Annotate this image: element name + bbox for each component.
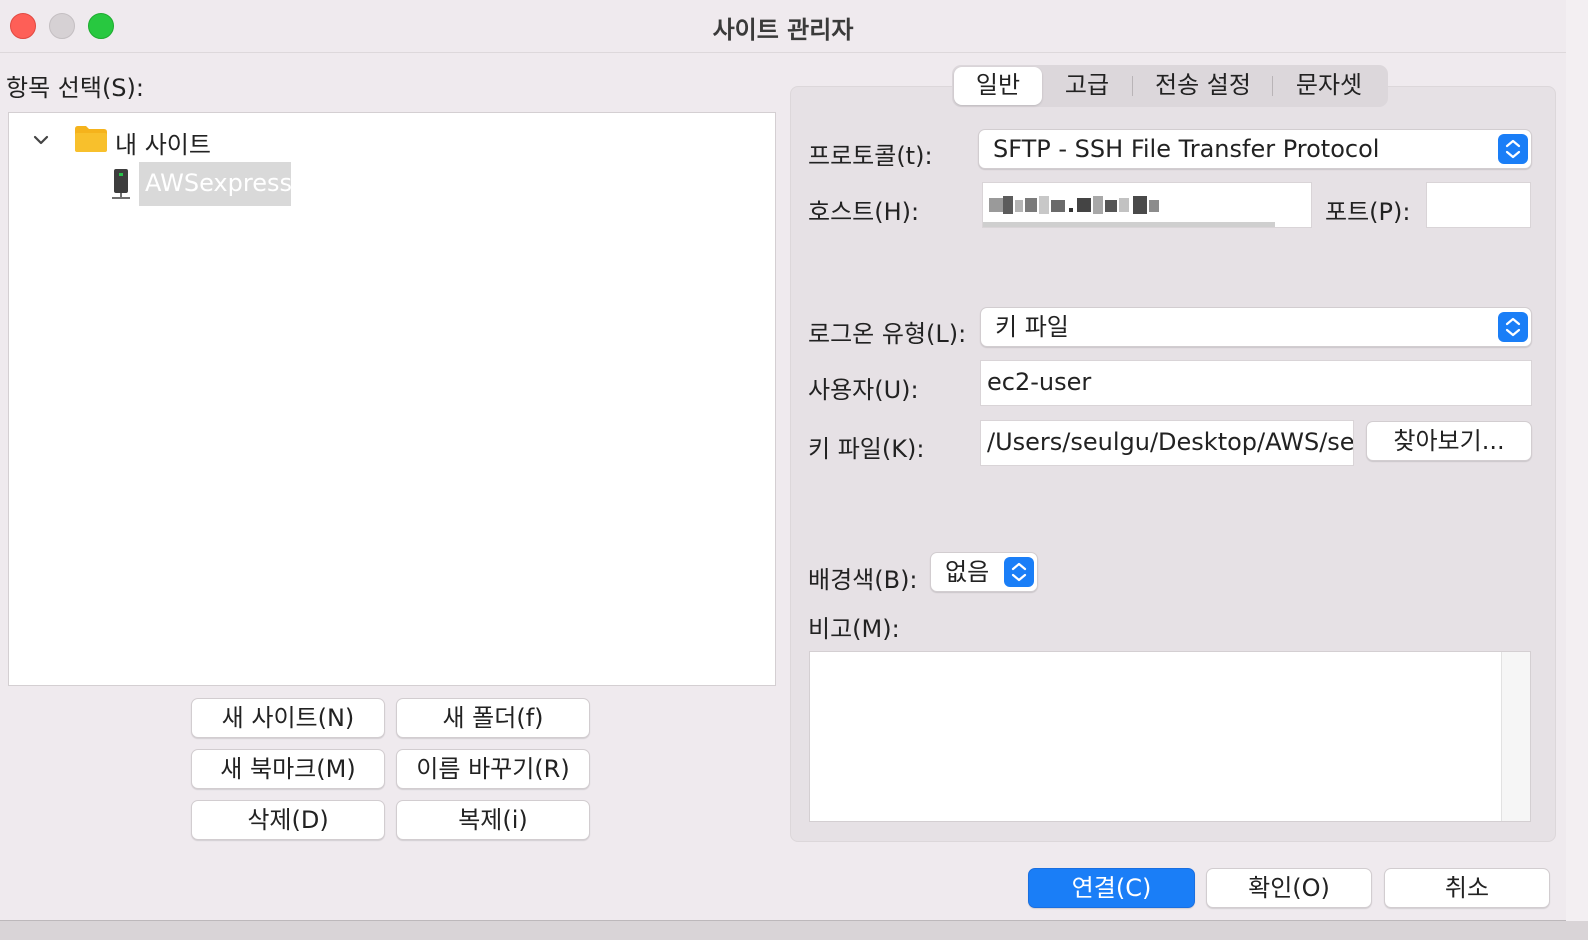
window-title: 사이트 관리자 (712, 16, 854, 44)
host-underline (983, 222, 1275, 227)
port-label: 포트(P): (1325, 198, 1411, 226)
new-bookmark-button[interactable]: 새 북마크(M) (191, 749, 385, 789)
chevron-down-icon[interactable] (33, 133, 49, 147)
ok-button[interactable]: 확인(O) (1206, 868, 1372, 908)
select-stepper-icon (1498, 312, 1528, 342)
tab-divider (1132, 76, 1133, 96)
tree-site-label: AWSexpress (145, 169, 292, 197)
site-manager-window: 사이트 관리자 항목 선택(S): 내 사이트 AWSexpress 새 사이트… (0, 0, 1567, 921)
tree-item-selected[interactable]: AWSexpress (139, 162, 292, 206)
select-stepper-icon (1004, 557, 1034, 587)
tab-advanced[interactable]: 고급 (1044, 65, 1130, 107)
tab-bar: 일반 고급 전송 설정 문자셋 (952, 65, 1388, 107)
host-input[interactable] (982, 182, 1312, 228)
memo-textarea[interactable] (809, 651, 1531, 822)
tab-divider (1272, 76, 1273, 96)
cancel-button[interactable]: 취소 (1384, 868, 1550, 908)
tree-folder-label[interactable]: 내 사이트 (115, 125, 211, 160)
host-label: 호스트(H): (808, 198, 920, 226)
logon-type-label: 로그온 유형(L): (808, 320, 967, 348)
connect-button[interactable]: 연결(C) (1028, 868, 1195, 908)
port-input[interactable] (1426, 182, 1531, 228)
logon-type-select[interactable]: 키 파일 (980, 307, 1532, 347)
background-color-label: 배경색(B): (808, 566, 918, 594)
duplicate-button[interactable]: 복제(i) (396, 800, 590, 840)
rename-button[interactable]: 이름 바꾸기(R) (396, 749, 590, 789)
folder-icon (75, 126, 107, 152)
tab-transfer-settings[interactable]: 전송 설정 (1134, 65, 1272, 107)
browse-button[interactable]: 찾아보기... (1366, 421, 1532, 461)
protocol-select[interactable]: SFTP - SSH File Transfer Protocol (978, 129, 1532, 169)
memo-label: 비고(M): (808, 615, 900, 643)
background-color-value: 없음 (945, 558, 990, 586)
background-window-edge (1566, 0, 1588, 940)
memo-scrollbar[interactable] (1501, 652, 1530, 821)
desktop-strip (0, 921, 1588, 940)
tab-general[interactable]: 일반 (954, 67, 1042, 105)
delete-button[interactable]: 삭제(D) (191, 800, 385, 840)
title-bar: 사이트 관리자 (0, 0, 1566, 53)
user-label: 사용자(U): (808, 376, 919, 404)
select-entry-label: 항목 선택(S): (6, 74, 144, 102)
site-tree[interactable]: 내 사이트 AWSexpress (8, 112, 776, 686)
new-folder-button[interactable]: 새 폴더(f) (396, 698, 590, 738)
server-icon (112, 169, 130, 199)
tab-charset[interactable]: 문자셋 (1274, 65, 1384, 107)
new-site-button[interactable]: 새 사이트(N) (191, 698, 385, 738)
logon-type-value: 키 파일 (995, 313, 1069, 341)
user-input[interactable]: ec2-user (980, 360, 1532, 406)
keyfile-label: 키 파일(K): (808, 435, 925, 463)
protocol-label: 프로토콜(t): (808, 142, 933, 170)
keyfile-input[interactable]: /Users/seulgu/Desktop/AWS/se (980, 420, 1354, 466)
background-color-select[interactable]: 없음 (930, 552, 1038, 592)
protocol-select-value: SFTP - SSH File Transfer Protocol (993, 135, 1380, 163)
redacted-host-value (989, 196, 1159, 214)
select-stepper-icon (1498, 134, 1528, 164)
